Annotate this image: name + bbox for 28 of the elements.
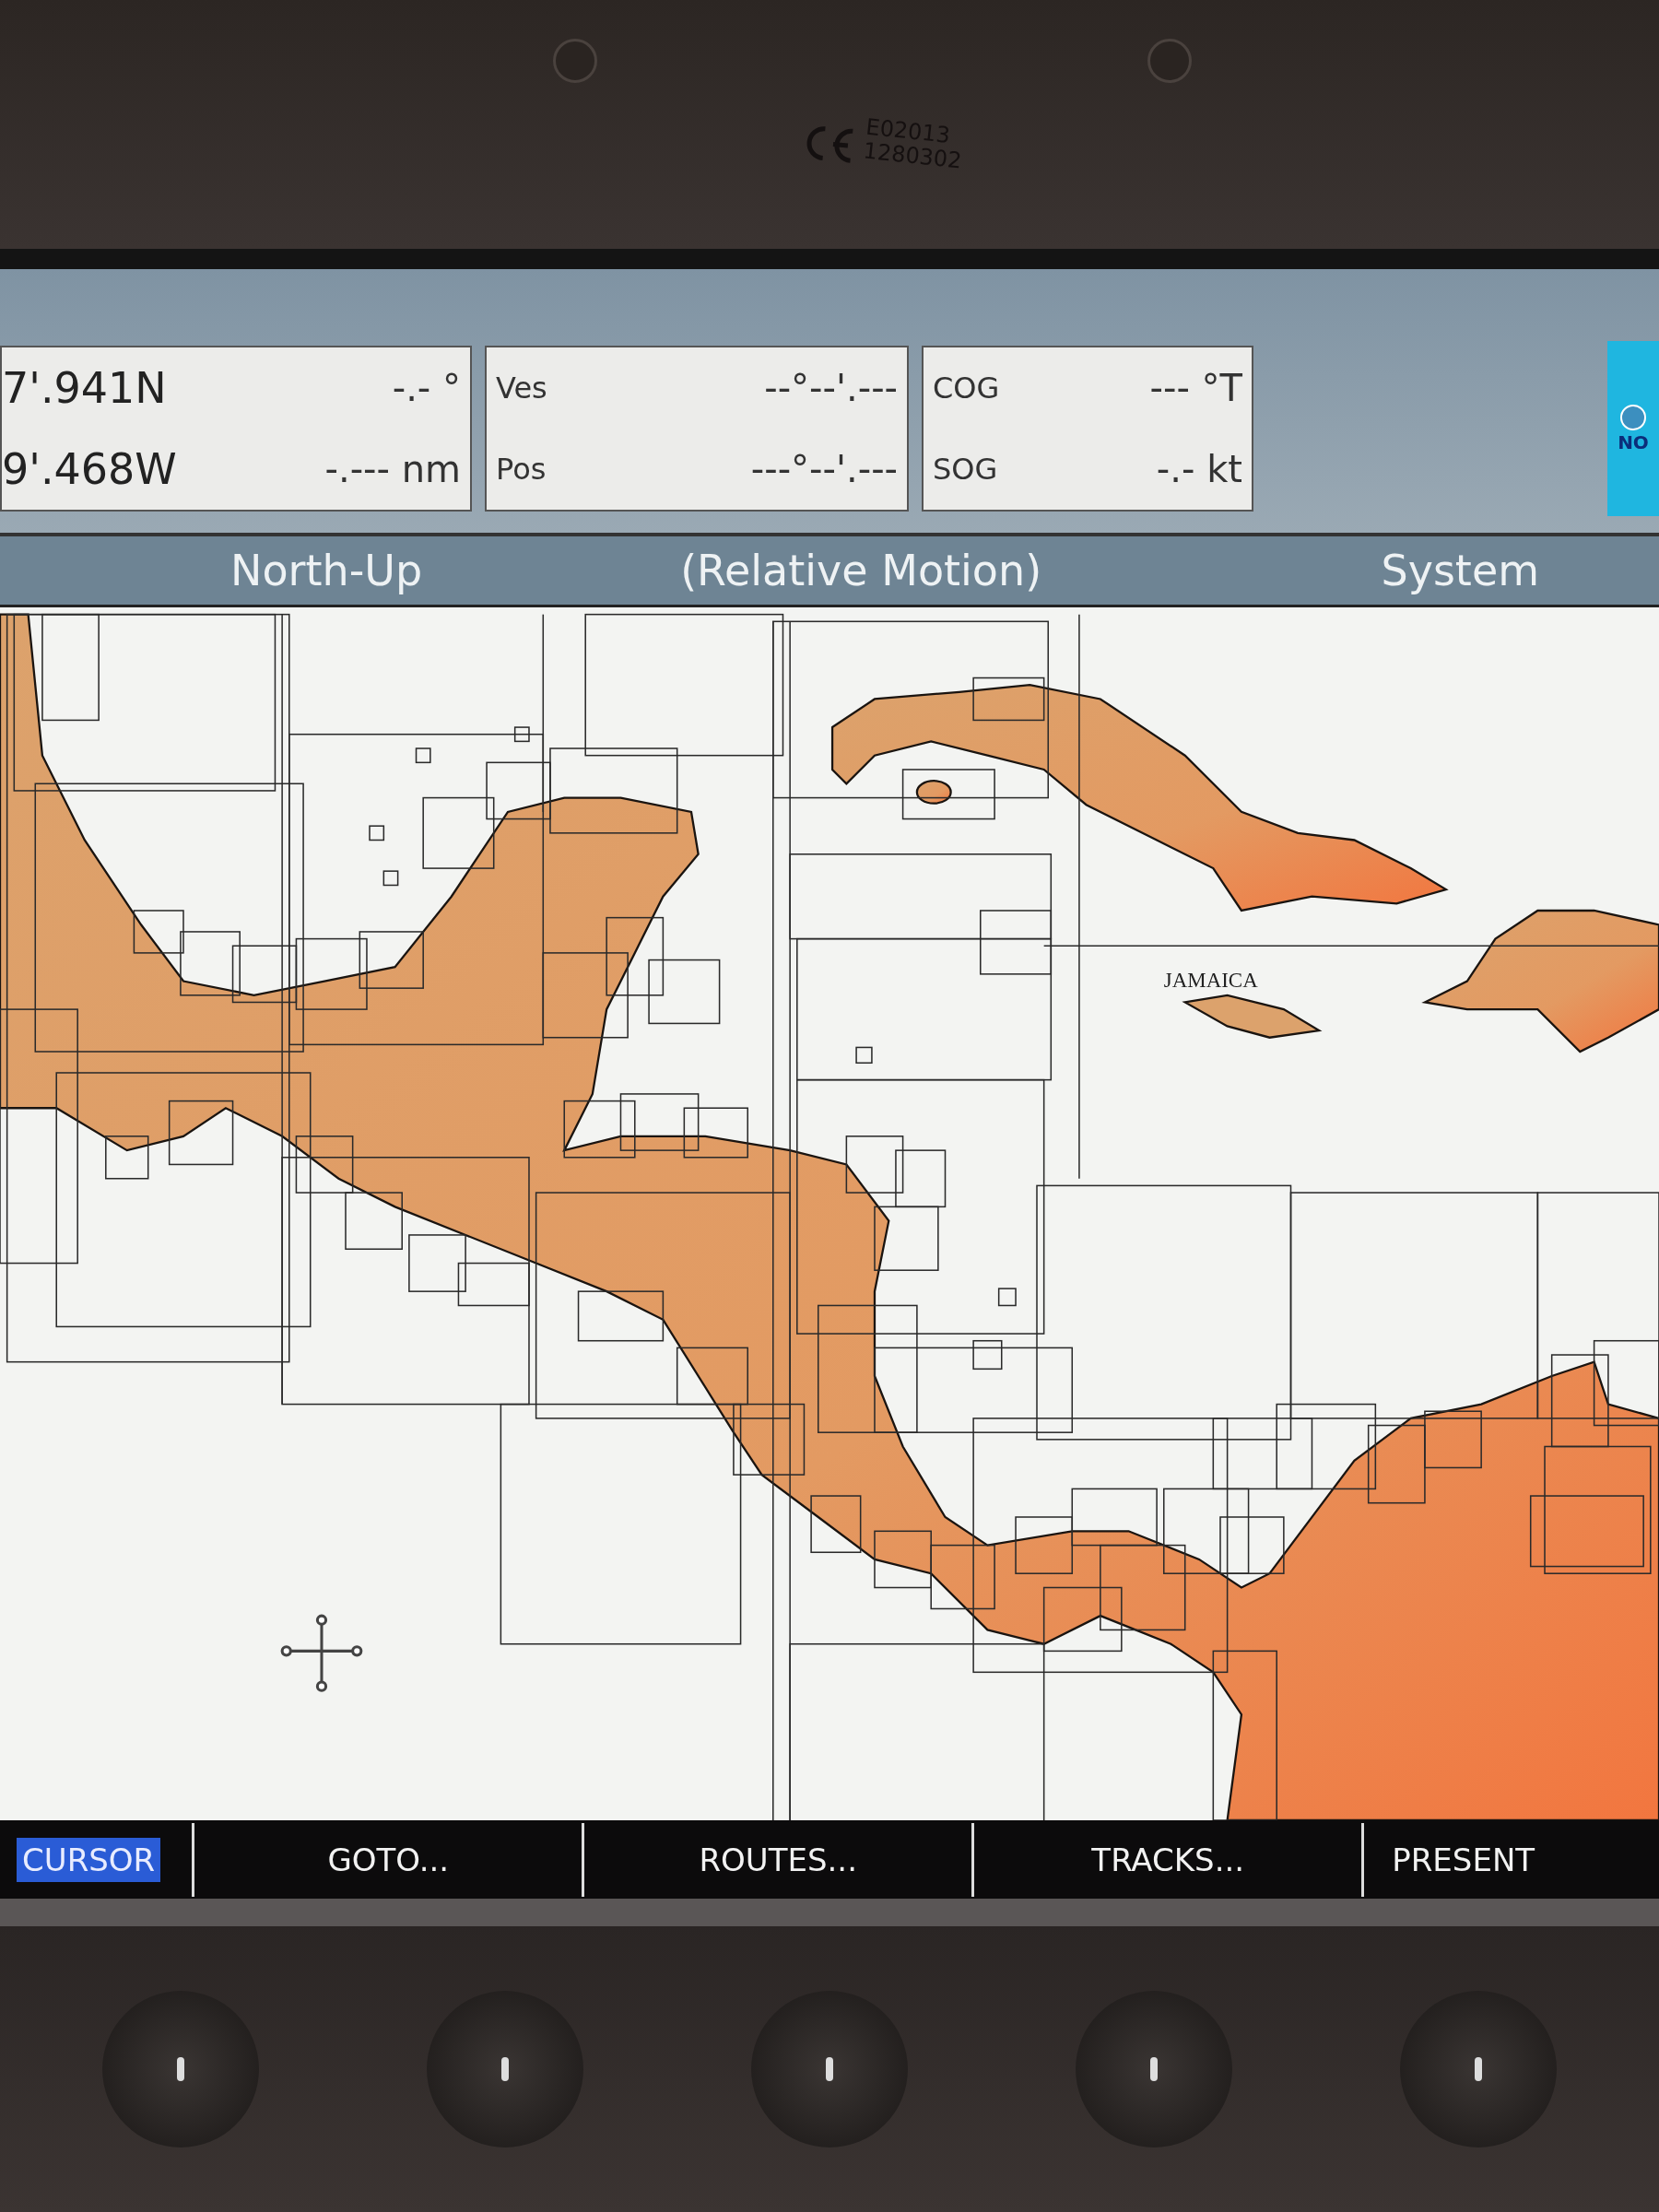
data-label: Ves: [496, 371, 547, 406]
chart-boundary-frame: [683, 1107, 748, 1159]
softkey[interactable]: CURSOR: [17, 1837, 161, 1882]
position-value: 7'.941N: [2, 363, 167, 413]
softkey[interactable]: PRESENT: [1386, 1837, 1541, 1882]
data-label: SOG: [933, 452, 998, 487]
softkey[interactable]: TRACKS...: [974, 1837, 1362, 1882]
data-label: COG: [933, 371, 1000, 406]
chart-boundary-frame: [810, 1495, 862, 1554]
chart-boundary-frame: [874, 1530, 932, 1589]
place-label: JAMAICA: [1163, 968, 1258, 992]
screw-icon: [1147, 39, 1192, 83]
motion-mode: (Relative Motion): [680, 546, 1042, 595]
globe-icon: [1619, 404, 1647, 431]
screw-icon: [553, 39, 597, 83]
softkey[interactable]: GOTO...: [194, 1837, 582, 1882]
data-label: Pos: [496, 452, 547, 487]
softkey[interactable]: ROUTES...: [584, 1837, 972, 1882]
data-reading: --°--'.---: [764, 367, 898, 409]
data-reading: -.--- nm: [324, 448, 461, 490]
badge-text: NO: [1618, 431, 1649, 453]
position-value: 9'.468W: [2, 444, 177, 494]
data-reading: -.- kt: [1156, 448, 1242, 490]
data-reading: -.- °: [392, 367, 461, 409]
orientation-mode: North-Up: [230, 546, 423, 595]
data-reading: --- °T: [1149, 367, 1242, 409]
data-reading: ---°--'.---: [750, 448, 898, 490]
crosshair-icon: [280, 1614, 363, 1692]
